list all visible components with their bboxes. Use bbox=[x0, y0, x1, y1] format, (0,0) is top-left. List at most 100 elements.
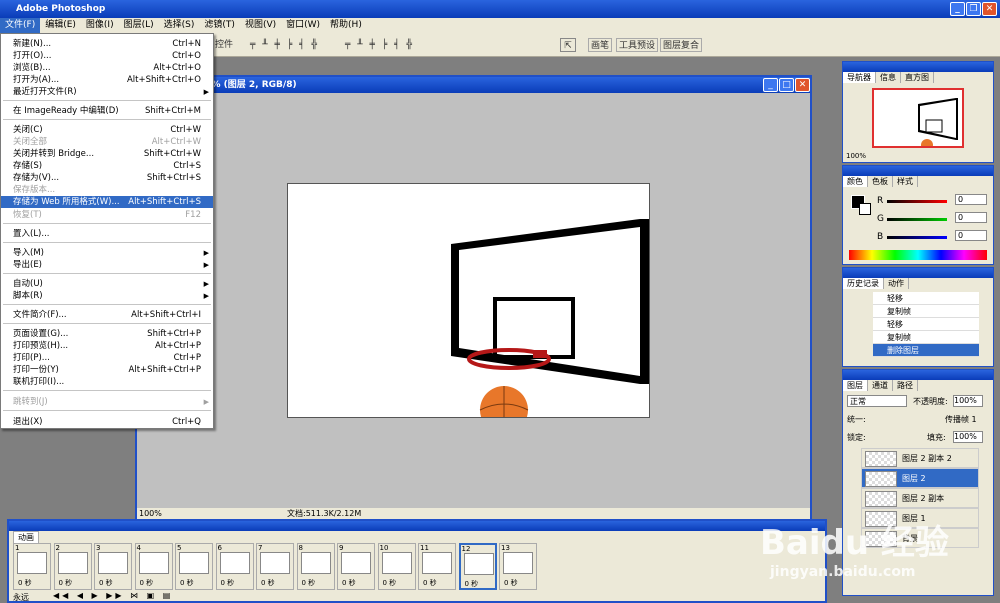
file-menu-item[interactable]: 导入(M) ▶ bbox=[1, 247, 213, 259]
animation-frame[interactable]: 10 0 秒 bbox=[377, 543, 416, 590]
panel-tab[interactable]: 通道 bbox=[868, 380, 893, 391]
palette-well-icon[interactable]: ⇱ bbox=[560, 38, 576, 52]
history-item[interactable]: 复制帧 bbox=[873, 331, 979, 344]
distribute-icons[interactable]: ╤ ╨ ╪ ╞ ╡ ╬ bbox=[345, 38, 414, 52]
frame-delay[interactable]: 0 秒 bbox=[302, 578, 316, 588]
layer-row[interactable]: 图层 2 副本 2 bbox=[861, 448, 979, 468]
panel-tab[interactable]: 颜色 bbox=[843, 176, 868, 187]
file-menu-item[interactable]: 打开为(A)... Alt+Shift+Ctrl+O bbox=[1, 74, 213, 86]
doc-maximize-button[interactable]: □ bbox=[779, 78, 794, 92]
history-item[interactable]: 删除图层 bbox=[873, 344, 979, 357]
menu-7[interactable]: 窗口(W) bbox=[281, 18, 325, 33]
tab-brushes[interactable]: 画笔 bbox=[588, 38, 613, 52]
canvas[interactable] bbox=[287, 183, 650, 418]
file-menu-item[interactable]: 退出(X) Ctrl+Q bbox=[1, 416, 213, 428]
navigator-preview[interactable] bbox=[872, 88, 964, 151]
frame-delay[interactable]: 0 秒 bbox=[261, 578, 275, 588]
file-menu-item[interactable]: 关闭(C) Ctrl+W bbox=[1, 124, 213, 136]
file-menu-item[interactable]: 跳转到(J) ▶ bbox=[1, 396, 213, 408]
panel-tab[interactable]: 动作 bbox=[884, 278, 909, 289]
layer-row[interactable]: 图层 2 bbox=[861, 468, 979, 488]
blend-mode-select[interactable]: 正常 bbox=[847, 395, 907, 407]
file-menu-item[interactable]: 保存版本... bbox=[1, 184, 213, 196]
file-menu-item[interactable]: 存储为 Web 所用格式(W)... Alt+Shift+Ctrl+S bbox=[1, 196, 213, 208]
frame-delay[interactable]: 0 秒 bbox=[221, 578, 235, 588]
panel-tab[interactable]: 导航器 bbox=[843, 72, 876, 83]
panel-tab[interactable]: 样式 bbox=[893, 176, 918, 187]
menu-5[interactable]: 滤镜(T) bbox=[199, 18, 240, 33]
b-value[interactable]: 0 bbox=[955, 230, 987, 241]
playback-controls[interactable]: ◀◀ ◀ ▶ ▶▶ ⋈ ▣ ▤ bbox=[53, 591, 173, 600]
file-menu-item[interactable]: 自动(U) ▶ bbox=[1, 278, 213, 290]
file-menu-item[interactable]: 文件简介(F)... Alt+Shift+Ctrl+I bbox=[1, 309, 213, 321]
propagate-checkbox[interactable]: 传播帧 1 bbox=[945, 414, 977, 425]
file-menu-item[interactable]: 关闭全部 Alt+Ctrl+W bbox=[1, 136, 213, 148]
file-menu-item[interactable]: 脚本(R) ▶ bbox=[1, 290, 213, 302]
file-menu-item[interactable]: 打印(P)... Ctrl+P bbox=[1, 352, 213, 364]
file-menu-item[interactable]: 页面设置(G)... Shift+Ctrl+P bbox=[1, 328, 213, 340]
frame-delay[interactable]: 0 秒 bbox=[99, 578, 113, 588]
frame-delay[interactable]: 0 秒 bbox=[383, 578, 397, 588]
file-menu-item[interactable]: 联机打印(I)... bbox=[1, 376, 213, 388]
frame-delay[interactable]: 0 秒 bbox=[504, 578, 518, 588]
file-menu-item[interactable]: 存储为(V)... Shift+Ctrl+S bbox=[1, 172, 213, 184]
align-icons[interactable]: ╤ ╨ ╪ ╞ ╡ ╬ bbox=[250, 38, 319, 52]
file-menu-item[interactable]: 置入(L)... bbox=[1, 228, 213, 240]
frame-delay[interactable]: 0 秒 bbox=[140, 578, 154, 588]
frame-delay[interactable]: 0 秒 bbox=[18, 578, 32, 588]
history-item[interactable]: 复制帧 bbox=[873, 305, 979, 318]
animation-frame[interactable]: 8 0 秒 bbox=[296, 543, 335, 590]
animation-frame[interactable]: 6 0 秒 bbox=[215, 543, 254, 590]
animation-frame[interactable]: 9 0 秒 bbox=[337, 543, 375, 590]
file-menu-item[interactable]: 打印一份(Y) Alt+Shift+Ctrl+P bbox=[1, 364, 213, 376]
menu-8[interactable]: 帮助(H) bbox=[325, 18, 367, 33]
fill-input[interactable]: 100% bbox=[953, 431, 983, 443]
color-spectrum[interactable] bbox=[849, 250, 987, 260]
file-menu-item[interactable]: 存储(S) Ctrl+S bbox=[1, 160, 213, 172]
panel-tab[interactable]: 直方图 bbox=[901, 72, 934, 83]
tab-layer-comps[interactable]: 图层复合 bbox=[660, 38, 703, 52]
panel-tab[interactable]: 图层 bbox=[843, 380, 868, 391]
opacity-input[interactable]: 100% bbox=[953, 395, 983, 407]
layer-row[interactable]: 图层 2 副本 bbox=[861, 488, 979, 508]
file-menu-item[interactable]: 最近打开文件(R) ▶ bbox=[1, 86, 213, 98]
file-menu-item[interactable]: 关闭并转到 Bridge... Shift+Ctrl+W bbox=[1, 148, 213, 160]
history-item[interactable]: 轻移 bbox=[873, 292, 979, 305]
frame-delay[interactable]: 0 秒 bbox=[465, 579, 479, 589]
animation-frame[interactable]: 4 0 秒 bbox=[134, 543, 173, 590]
navigator-zoom[interactable]: 100% bbox=[846, 152, 866, 160]
g-value[interactable]: 0 bbox=[955, 212, 987, 223]
frame-delay[interactable]: 0 秒 bbox=[342, 578, 356, 588]
file-menu-item[interactable]: 新建(N)... Ctrl+N bbox=[1, 38, 213, 50]
r-value[interactable]: 0 bbox=[955, 194, 987, 205]
history-item[interactable]: 轻移 bbox=[873, 318, 979, 331]
file-menu-item[interactable]: 在 ImageReady 中编辑(D) Shift+Ctrl+M bbox=[1, 105, 213, 117]
menu-0[interactable]: 文件(F) bbox=[0, 18, 41, 33]
loop-select[interactable]: 永远 bbox=[13, 592, 29, 603]
file-menu-item[interactable]: 打开(O)... Ctrl+O bbox=[1, 50, 213, 62]
panel-tab[interactable]: 信息 bbox=[876, 72, 901, 83]
restore-button[interactable]: ❐ bbox=[966, 2, 981, 16]
animation-frame[interactable]: 5 0 秒 bbox=[175, 543, 213, 590]
background-swatch[interactable] bbox=[859, 203, 871, 215]
menu-1[interactable]: 编辑(E) bbox=[40, 18, 81, 33]
file-menu-item[interactable]: 打印预览(H)... Alt+Ctrl+P bbox=[1, 340, 213, 352]
doc-close-button[interactable]: ✕ bbox=[795, 78, 810, 92]
file-menu-item[interactable]: 恢复(T) F12 bbox=[1, 209, 213, 221]
animation-frame[interactable]: 11 0 秒 bbox=[418, 543, 456, 590]
panel-tab[interactable]: 色板 bbox=[868, 176, 893, 187]
minimize-button[interactable]: _ bbox=[950, 2, 965, 16]
frame-delay[interactable]: 0 秒 bbox=[180, 578, 194, 588]
menu-4[interactable]: 选择(S) bbox=[159, 18, 200, 33]
animation-frame[interactable]: 2 0 秒 bbox=[53, 543, 92, 590]
file-menu-item[interactable]: 导出(E) ▶ bbox=[1, 259, 213, 271]
animation-frame[interactable]: 1 0 秒 bbox=[13, 543, 51, 590]
menu-3[interactable]: 图层(L) bbox=[119, 18, 159, 33]
frame-delay[interactable]: 0 秒 bbox=[59, 578, 73, 588]
frame-delay[interactable]: 0 秒 bbox=[423, 578, 437, 588]
doc-minimize-button[interactable]: _ bbox=[763, 78, 778, 92]
animation-frame[interactable]: 12 0 秒 bbox=[458, 543, 497, 590]
animation-frame[interactable]: 13 0 秒 bbox=[499, 543, 537, 590]
file-menu-item[interactable]: 浏览(B)... Alt+Ctrl+O bbox=[1, 62, 213, 74]
animation-frame[interactable]: 7 0 秒 bbox=[256, 543, 294, 590]
